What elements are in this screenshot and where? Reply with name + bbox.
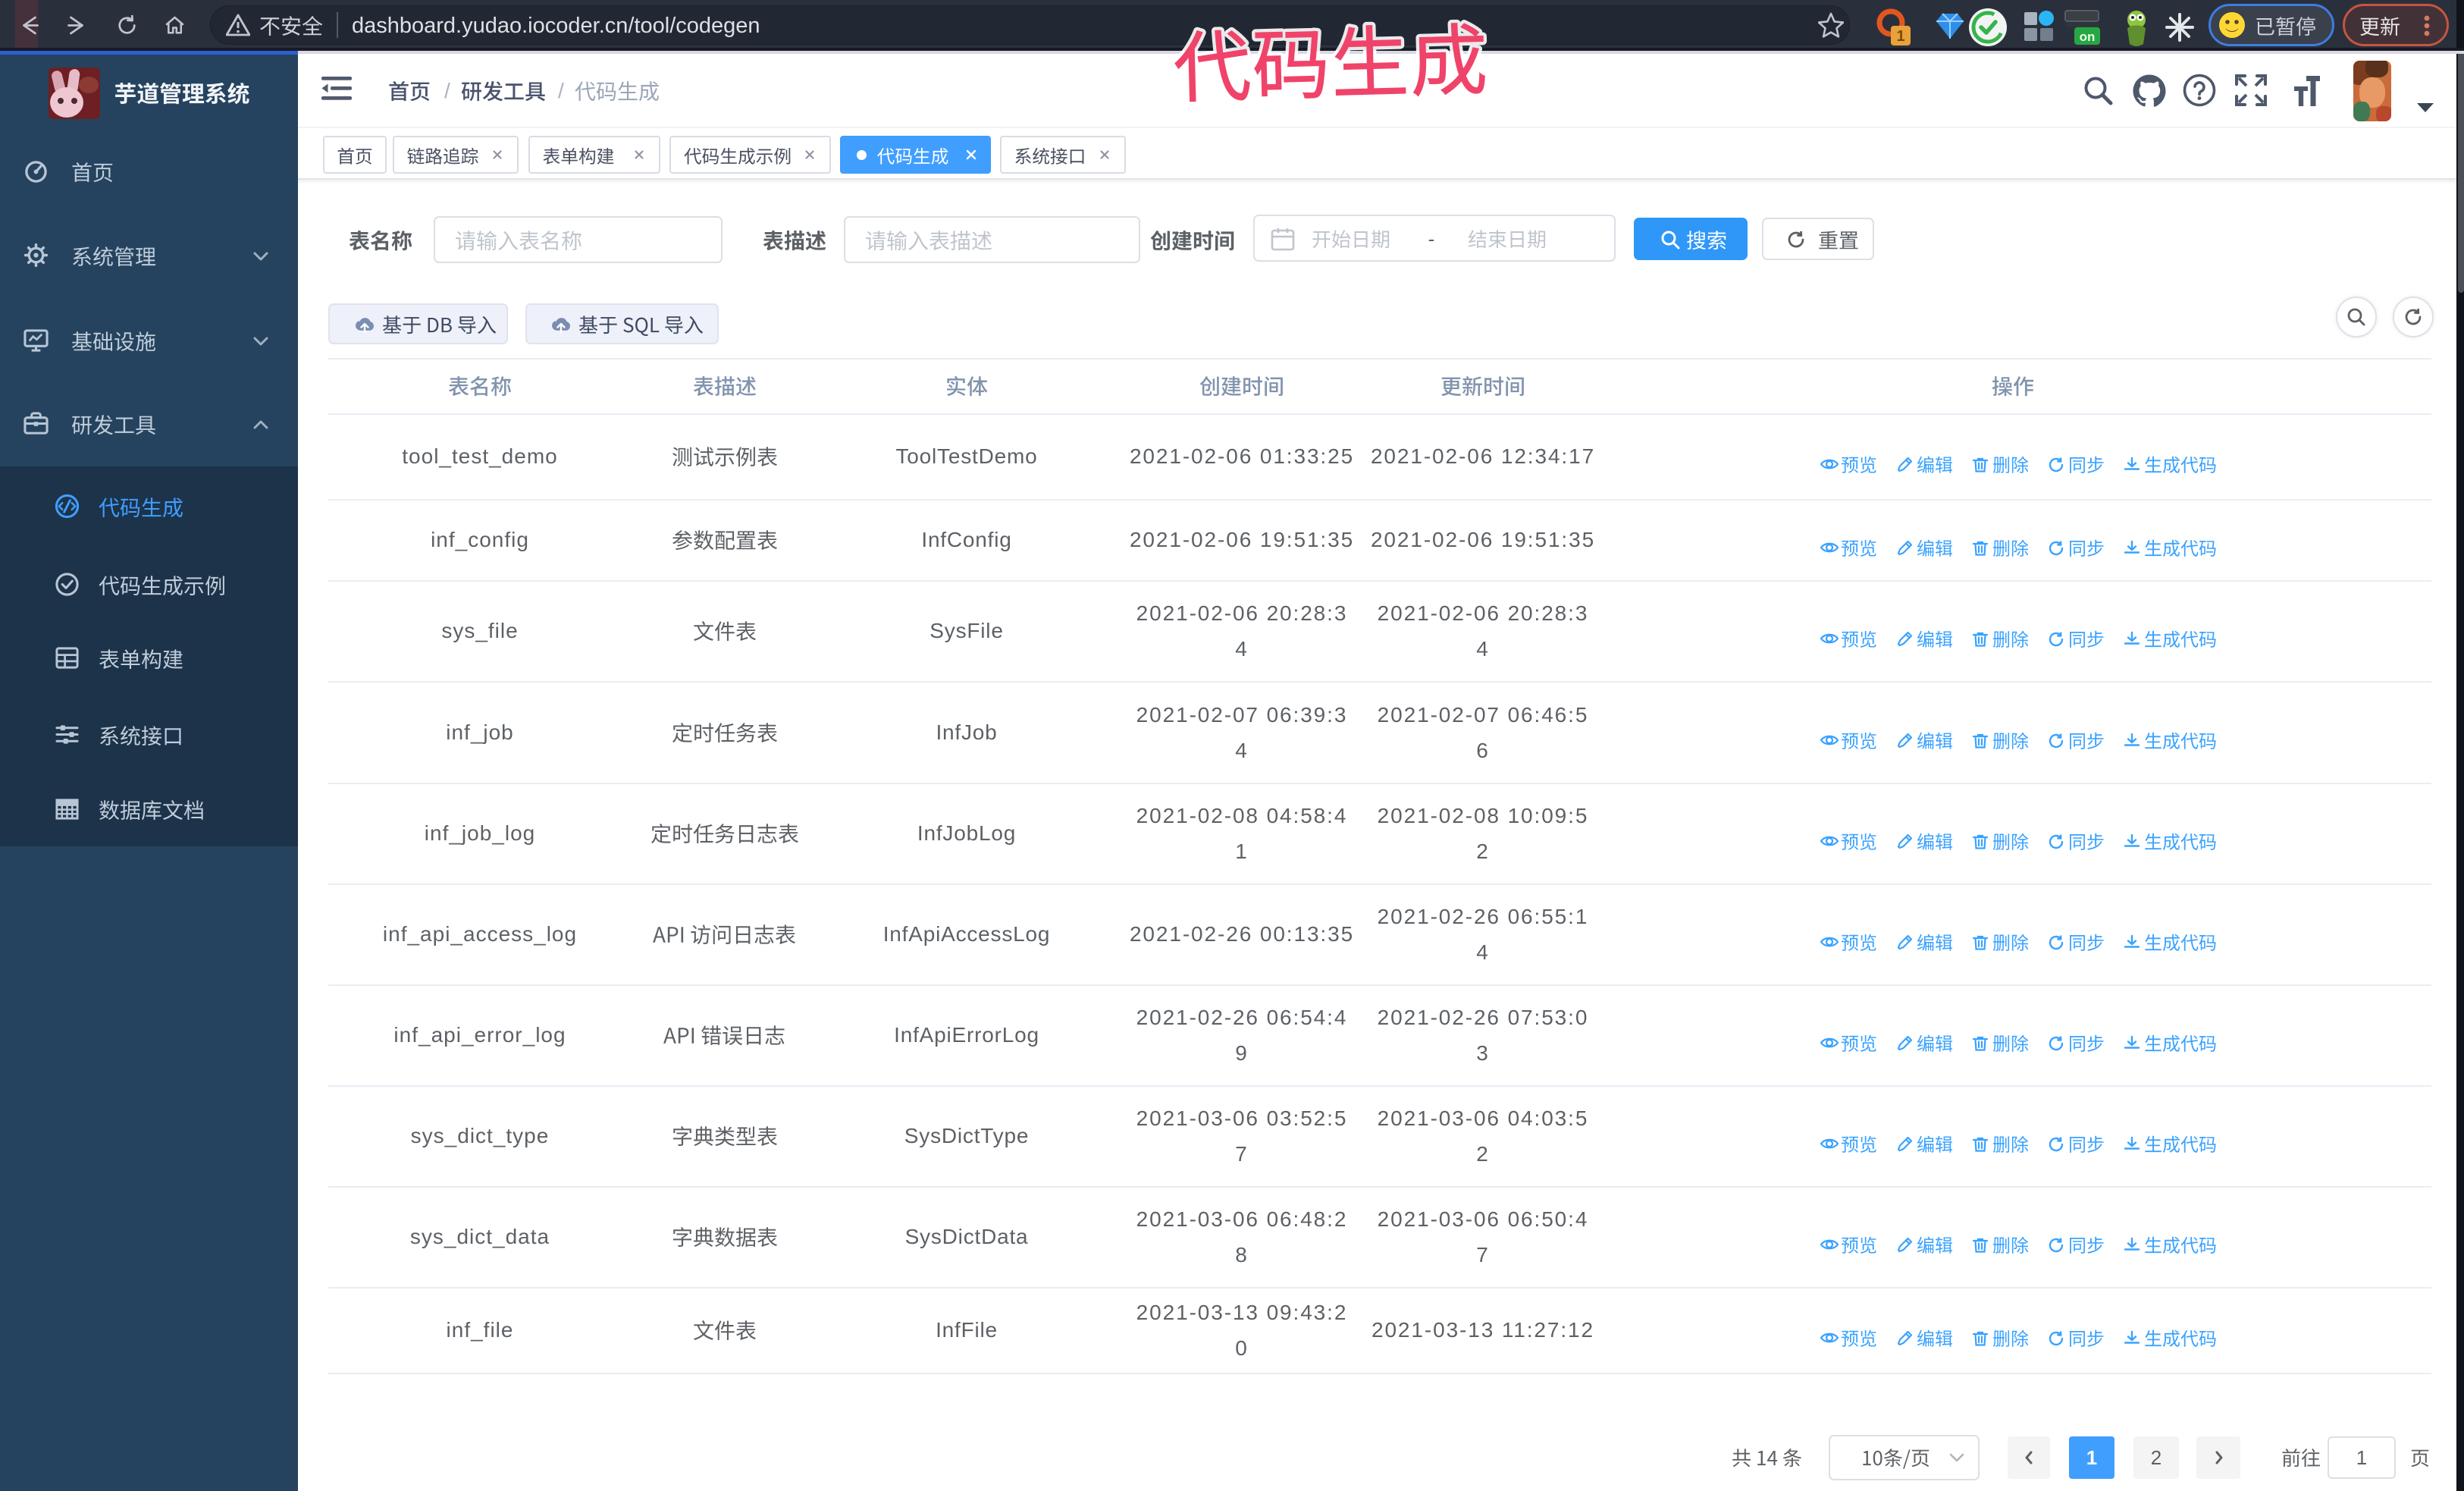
svg-text:1: 1 — [1896, 28, 1904, 45]
svg-text:on: on — [2080, 30, 2096, 44]
